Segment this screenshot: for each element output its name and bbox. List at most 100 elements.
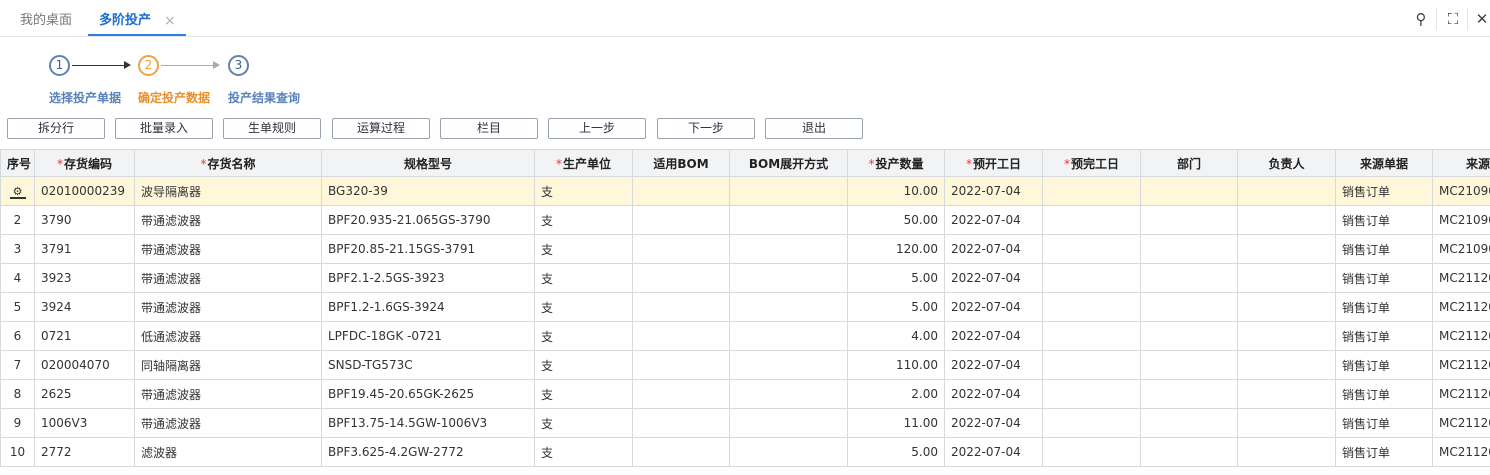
cell-dept[interactable] bbox=[1140, 350, 1238, 380]
cell-code[interactable]: 3791 bbox=[34, 234, 135, 264]
cell-bom-mode[interactable] bbox=[729, 292, 848, 322]
cell-bom[interactable] bbox=[632, 379, 730, 409]
cell-bom[interactable] bbox=[632, 321, 730, 351]
step-1-label[interactable]: 选择投产单据 bbox=[49, 89, 121, 106]
cell-src-doc[interactable]: 销售订单 bbox=[1335, 292, 1433, 322]
cell-qty[interactable]: 10.00 bbox=[847, 176, 945, 206]
cell-qty[interactable]: 5.00 bbox=[847, 263, 945, 293]
column-header[interactable]: *预完工日 bbox=[1042, 149, 1141, 177]
cell-src[interactable]: MC21090 bbox=[1432, 205, 1490, 235]
column-header[interactable]: 负责人 bbox=[1237, 149, 1336, 177]
cell-finish[interactable] bbox=[1042, 205, 1141, 235]
cell-start[interactable]: 2022-07-04 bbox=[944, 350, 1043, 380]
table-row[interactable]: 3 3791 带通滤波器 BPF20.85-21.15GS-3791 支 120.00 20… bbox=[0, 234, 1490, 264]
cell-src[interactable]: MC21120 bbox=[1432, 408, 1490, 438]
cell-finish[interactable] bbox=[1042, 234, 1141, 264]
order-rules-button[interactable]: 生单规则 bbox=[223, 118, 321, 139]
cell-name[interactable]: 带通滤波器 bbox=[134, 263, 322, 293]
cell-seq[interactable]: 7 bbox=[0, 350, 35, 380]
cell-dept[interactable] bbox=[1140, 408, 1238, 438]
cell-owner[interactable] bbox=[1237, 350, 1336, 380]
cell-bom[interactable] bbox=[632, 350, 730, 380]
fullscreen-icon[interactable]: ⛶ bbox=[1443, 9, 1463, 29]
cell-name[interactable]: 带通滤波器 bbox=[134, 292, 322, 322]
cell-finish[interactable] bbox=[1042, 408, 1141, 438]
cell-bom-mode[interactable] bbox=[729, 350, 848, 380]
cell-spec[interactable]: LPFDC-18GK -0721 bbox=[321, 321, 535, 351]
table-row[interactable]: 10 2772 滤波器 BPF3.625-4.2GW-2772 支 5.00 2022-07… bbox=[0, 437, 1490, 467]
cell-start[interactable]: 2022-07-04 bbox=[944, 408, 1043, 438]
table-row[interactable]: 6 0721 低通滤波器 LPFDC-18GK -0721 支 4.00 2022-07-0… bbox=[0, 321, 1490, 351]
cell-seq[interactable]: 5 bbox=[0, 292, 35, 322]
cell-seq[interactable]: 2 bbox=[0, 205, 35, 235]
column-header[interactable]: 来源单据 bbox=[1335, 149, 1433, 177]
cell-finish[interactable] bbox=[1042, 292, 1141, 322]
cell-unit[interactable]: 支 bbox=[534, 205, 633, 235]
next-step-button[interactable]: 下一步 bbox=[657, 118, 755, 139]
cell-name[interactable]: 带通滤波器 bbox=[134, 234, 322, 264]
cell-dept[interactable] bbox=[1140, 176, 1238, 206]
cell-dept[interactable] bbox=[1140, 234, 1238, 264]
cell-spec[interactable]: BPF19.45-20.65GK-2625 bbox=[321, 379, 535, 409]
cell-seq[interactable]: 3 bbox=[0, 234, 35, 264]
cell-unit[interactable]: 支 bbox=[534, 350, 633, 380]
cell-seq[interactable]: 10 bbox=[0, 437, 35, 467]
column-header[interactable]: *生产单位 bbox=[534, 149, 633, 177]
cell-finish[interactable] bbox=[1042, 321, 1141, 351]
column-header[interactable]: *存货编码 bbox=[34, 149, 135, 177]
cell-bom-mode[interactable] bbox=[729, 437, 848, 467]
cell-seq[interactable]: 4 bbox=[0, 263, 35, 293]
cell-src[interactable]: MC21120 bbox=[1432, 379, 1490, 409]
cell-qty[interactable]: 120.00 bbox=[847, 234, 945, 264]
cell-src[interactable]: MC21120 bbox=[1432, 321, 1490, 351]
cell-name[interactable]: 带通滤波器 bbox=[134, 379, 322, 409]
cell-src-doc[interactable]: 销售订单 bbox=[1335, 263, 1433, 293]
calc-process-button[interactable]: 运算过程 bbox=[332, 118, 430, 139]
cell-src[interactable]: MC21090 bbox=[1432, 176, 1490, 206]
cell-code[interactable]: 020004070 bbox=[34, 350, 135, 380]
column-header[interactable]: 来源 bbox=[1432, 149, 1490, 177]
cell-src-doc[interactable]: 销售订单 bbox=[1335, 379, 1433, 409]
cell-dept[interactable] bbox=[1140, 321, 1238, 351]
cell-owner[interactable] bbox=[1237, 437, 1336, 467]
cell-bom-mode[interactable] bbox=[729, 263, 848, 293]
cell-code[interactable]: 02010000239 bbox=[34, 176, 135, 206]
cell-code[interactable]: 2772 bbox=[34, 437, 135, 467]
cell-start[interactable]: 2022-07-04 bbox=[944, 321, 1043, 351]
cell-bom[interactable] bbox=[632, 408, 730, 438]
cell-owner[interactable] bbox=[1237, 408, 1336, 438]
cell-bom-mode[interactable] bbox=[729, 321, 848, 351]
cell-unit[interactable]: 支 bbox=[534, 379, 633, 409]
cell-bom-mode[interactable] bbox=[729, 234, 848, 264]
cell-src-doc[interactable]: 销售订单 bbox=[1335, 437, 1433, 467]
column-header[interactable]: *投产数量 bbox=[847, 149, 945, 177]
cell-start[interactable]: 2022-07-04 bbox=[944, 205, 1043, 235]
cell-start[interactable]: 2022-07-04 bbox=[944, 176, 1043, 206]
cell-unit[interactable]: 支 bbox=[534, 292, 633, 322]
cell-qty[interactable]: 50.00 bbox=[847, 205, 945, 235]
cell-start[interactable]: 2022-07-04 bbox=[944, 234, 1043, 264]
cell-unit[interactable]: 支 bbox=[534, 437, 633, 467]
cell-name[interactable]: 滤波器 bbox=[134, 437, 322, 467]
cell-dept[interactable] bbox=[1140, 379, 1238, 409]
cell-src[interactable]: MC21120 bbox=[1432, 292, 1490, 322]
table-row[interactable]: 7 020004070 同轴隔离器 SNSD-TG573C 支 110.00 2022-07… bbox=[0, 350, 1490, 380]
cell-spec[interactable]: BPF3.625-4.2GW-2772 bbox=[321, 437, 535, 467]
tab-my-desktop[interactable]: 我的桌面 bbox=[20, 8, 72, 36]
cell-spec[interactable]: BPF20.85-21.15GS-3791 bbox=[321, 234, 535, 264]
column-header[interactable]: 适用BOM bbox=[632, 149, 730, 177]
cell-qty[interactable]: 2.00 bbox=[847, 379, 945, 409]
cell-qty[interactable]: 4.00 bbox=[847, 321, 945, 351]
cell-unit[interactable]: 支 bbox=[534, 234, 633, 264]
cell-name[interactable]: 同轴隔离器 bbox=[134, 350, 322, 380]
cell-src-doc[interactable]: 销售订单 bbox=[1335, 408, 1433, 438]
cell-bom-mode[interactable] bbox=[729, 176, 848, 206]
cell-bom-mode[interactable] bbox=[729, 408, 848, 438]
cell-owner[interactable] bbox=[1237, 379, 1336, 409]
cell-owner[interactable] bbox=[1237, 234, 1336, 264]
step-3-label[interactable]: 投产结果查询 bbox=[228, 89, 300, 106]
cell-src[interactable]: MC21120 bbox=[1432, 350, 1490, 380]
column-header[interactable]: *存货名称 bbox=[134, 149, 322, 177]
cell-code[interactable]: 0721 bbox=[34, 321, 135, 351]
search-icon[interactable]: ⚲ bbox=[1411, 9, 1431, 29]
